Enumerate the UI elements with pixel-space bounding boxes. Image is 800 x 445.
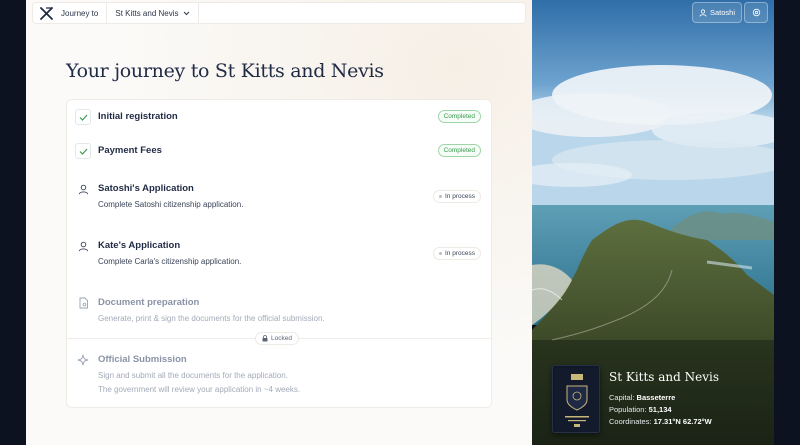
document-icon [75,295,91,311]
status-badge: Completed [437,110,481,123]
capital-value: Basseterre [636,393,676,402]
settings-button[interactable] [744,2,768,23]
step-title: Payment Fees [98,145,162,156]
step-title: Official Submission [98,354,187,365]
user-icon [75,181,91,197]
population-label: Population: [609,405,647,414]
top-bar: Journey to St Kitts and Nevis [32,2,526,24]
lock-icon [262,335,268,342]
step-description-secondary: The government will review your applicat… [98,385,301,394]
destination-select[interactable]: St Kitts and Nevis [107,9,197,18]
logo-x-icon[interactable] [33,2,59,24]
user-name: Satoshi [709,8,736,17]
capital-label: Capital: [609,393,635,402]
chevron-down-icon [183,11,189,15]
sparkle-icon [75,352,91,368]
population-info: Population: 51,134 [609,405,672,414]
coordinates-info: Coordinates: 17.31°N 62.72°W [609,417,712,426]
step-title: Kate's Application [98,240,181,251]
page-title: Your journey to St Kitts and Nevis [66,60,384,82]
gear-icon [752,8,760,17]
main-panel: Journey to St Kitts and Nevis Your journ… [26,0,532,445]
step-title: Satoshi's Application [98,183,194,194]
locked-label: Locked [271,335,292,342]
step-title: Document preparation [98,297,200,308]
population-value: 51,134 [648,405,672,414]
step-title: Initial registration [98,111,178,122]
user-icon [75,238,91,254]
check-icon [75,109,91,125]
passport-image [552,365,600,433]
step-description: Complete Carla's citizenship application… [98,257,242,266]
app-frame: Journey to St Kitts and Nevis Your journ… [0,0,800,445]
step-description: Sign and submit all the documents for th… [98,371,288,380]
check-icon [75,143,91,159]
status-badge: Completed [437,144,481,157]
journey-label: Journey to [61,8,99,18]
locked-badge: Locked [255,332,299,345]
user-menu-button[interactable]: Satoshi [692,2,742,23]
destination-photo-panel: Satoshi St Kitts and Nevis Capital: Bass… [532,0,774,445]
user-icon [699,8,707,17]
status-badge: In process [433,247,481,260]
step-description: Complete Satoshi citizenship application… [98,200,244,209]
coordinates-label: Coordinates: [609,417,652,426]
divider [197,2,199,24]
coordinates-value: 17.31°N 62.72°W [653,417,712,426]
country-name: St Kitts and Nevis [609,370,720,384]
destination-value: St Kitts and Nevis [115,8,179,18]
status-badge: In process [433,190,481,203]
step-description: Generate, print & sign the documents for… [98,314,325,323]
steps-list: Initial registration Completed Payment F… [66,99,492,408]
capital-info: Capital: Basseterre [609,393,675,402]
